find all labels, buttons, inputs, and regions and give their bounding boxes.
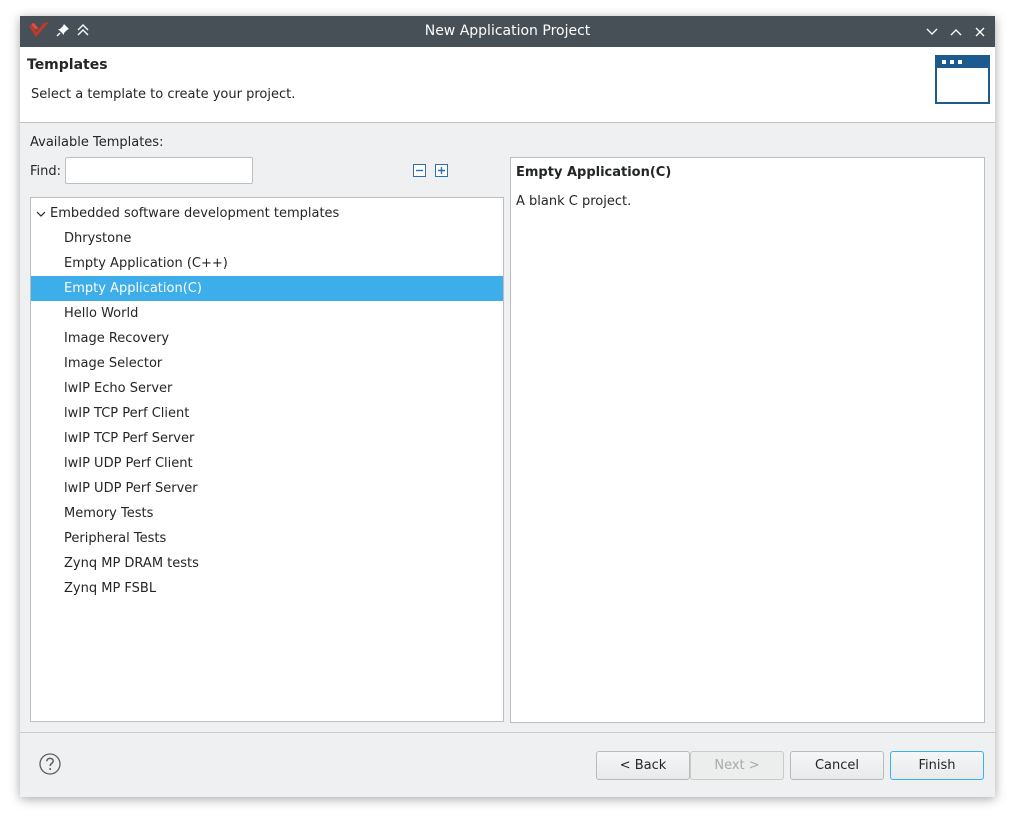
find-label: Find: xyxy=(30,164,62,179)
tree-item[interactable]: Empty Application(C) xyxy=(31,276,503,301)
close-button[interactable] xyxy=(969,21,991,43)
help-icon[interactable] xyxy=(39,753,61,779)
description-text: A blank C project. xyxy=(516,194,632,209)
tree-item[interactable]: Zynq MP DRAM tests xyxy=(31,551,503,576)
tree-group-embedded[interactable]: Embedded software development templates xyxy=(31,201,503,226)
tree-item[interactable]: lwIP UDP Perf Server xyxy=(31,476,503,501)
available-templates-label: Available Templates: xyxy=(30,135,164,150)
tree-item[interactable]: lwIP TCP Perf Client xyxy=(31,401,503,426)
wizard-banner-icon xyxy=(935,55,991,109)
cancel-button[interactable]: Cancel xyxy=(790,751,884,780)
tree-item[interactable]: Hello World xyxy=(31,301,503,326)
next-button[interactable]: Next > xyxy=(690,751,784,780)
tree-item[interactable]: Empty Application (C++) xyxy=(31,251,503,276)
templates-tree[interactable]: Embedded software development templates … xyxy=(30,197,504,722)
back-button[interactable]: < Back xyxy=(596,751,690,780)
title-bar: New Application Project xyxy=(20,16,995,47)
footer-divider xyxy=(20,732,995,733)
expand-all-icon[interactable] xyxy=(434,163,448,177)
tree-group-label: Embedded software development templates xyxy=(50,206,340,221)
maximize-button[interactable] xyxy=(945,21,967,43)
chevron-down-icon[interactable] xyxy=(32,208,50,220)
tree-item[interactable]: lwIP TCP Perf Server xyxy=(31,426,503,451)
description-panel: Empty Application(C) A blank C project. xyxy=(510,157,985,723)
tree-item[interactable]: Image Recovery xyxy=(31,326,503,351)
wizard-header: Templates Select a template to create yo… xyxy=(20,47,995,123)
tree-items: Dhrystone Empty Application (C++) Empty Ap… xyxy=(31,226,503,601)
page-title: Templates xyxy=(27,57,108,73)
tree-item[interactable]: Memory Tests xyxy=(31,501,503,526)
window-title: New Application Project xyxy=(424,23,591,39)
finish-button[interactable]: Finish xyxy=(890,751,984,780)
tree-item[interactable]: Dhrystone xyxy=(31,226,503,251)
tree-item[interactable]: lwIP UDP Perf Client xyxy=(31,451,503,476)
tree-item[interactable]: Zynq MP FSBL xyxy=(31,576,503,601)
page-subtitle: Select a template to create your project… xyxy=(31,87,296,102)
minimize-button[interactable] xyxy=(921,21,943,43)
tree-item[interactable]: Image Selector xyxy=(31,351,503,376)
description-title: Empty Application(C) xyxy=(516,165,672,180)
find-input[interactable] xyxy=(65,157,253,184)
collapse-all-icon[interactable] xyxy=(412,163,426,177)
dialog-window: New Application Project Templates Select… xyxy=(20,16,995,797)
tree-item[interactable]: lwIP Echo Server xyxy=(31,376,503,401)
tree-item[interactable]: Peripheral Tests xyxy=(31,526,503,551)
